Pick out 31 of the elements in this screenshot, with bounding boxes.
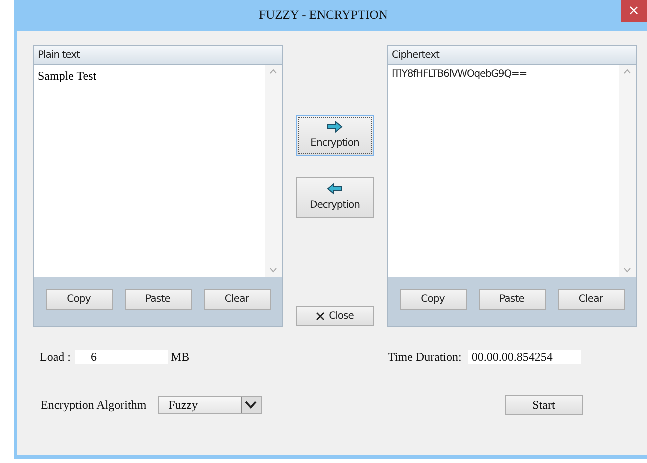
panel-button[interactable]: Paste <box>124 289 192 310</box>
load-label: Load : <box>40 349 71 366</box>
time-label: Time Duration: <box>388 349 462 366</box>
text-area[interactable]: lTlY8fHFLTB6lVWOqebG9Q== <box>388 65 636 277</box>
start-button[interactable]: Start <box>505 395 583 415</box>
panel-header: Ciphertext <box>388 46 636 65</box>
action-button[interactable]: Decryption <box>296 177 374 218</box>
panel-button[interactable]: Copy <box>400 289 466 310</box>
panel-button[interactable]: Clear <box>558 289 624 310</box>
text-content: Sample Test <box>38 69 97 83</box>
text-content: lTlY8fHFLTB6lVWOqebG9Q== <box>392 69 528 80</box>
close-button[interactable]: × <box>621 0 647 22</box>
chevron-down-icon <box>245 401 258 409</box>
algorithm-label: Encryption Algorithm <box>41 397 147 414</box>
left-arrow-icon <box>327 182 343 194</box>
panel-button[interactable]: Paste <box>478 289 546 310</box>
right-arrow-icon <box>327 120 343 132</box>
algorithm-dropdown[interactable]: Fuzzy <box>158 396 262 414</box>
close-action-button[interactable]: Close <box>296 306 374 326</box>
panel-button[interactable]: Copy <box>46 289 112 310</box>
close-icon <box>316 312 326 320</box>
window-title: FUZZY - ENCRYPTION <box>259 7 388 24</box>
scrollbar[interactable] <box>265 65 282 277</box>
panel-header: Plain text <box>34 46 282 65</box>
text-area[interactable]: Sample Test <box>34 65 282 277</box>
panel-button[interactable]: Clear <box>204 289 270 310</box>
time-field[interactable]: 00.00.00.854254 <box>468 350 581 364</box>
action-button[interactable]: Encryption <box>296 115 374 156</box>
load-field[interactable]: 6 <box>75 350 168 364</box>
scrollbar[interactable] <box>619 65 636 277</box>
unit-label: MB <box>171 349 190 366</box>
